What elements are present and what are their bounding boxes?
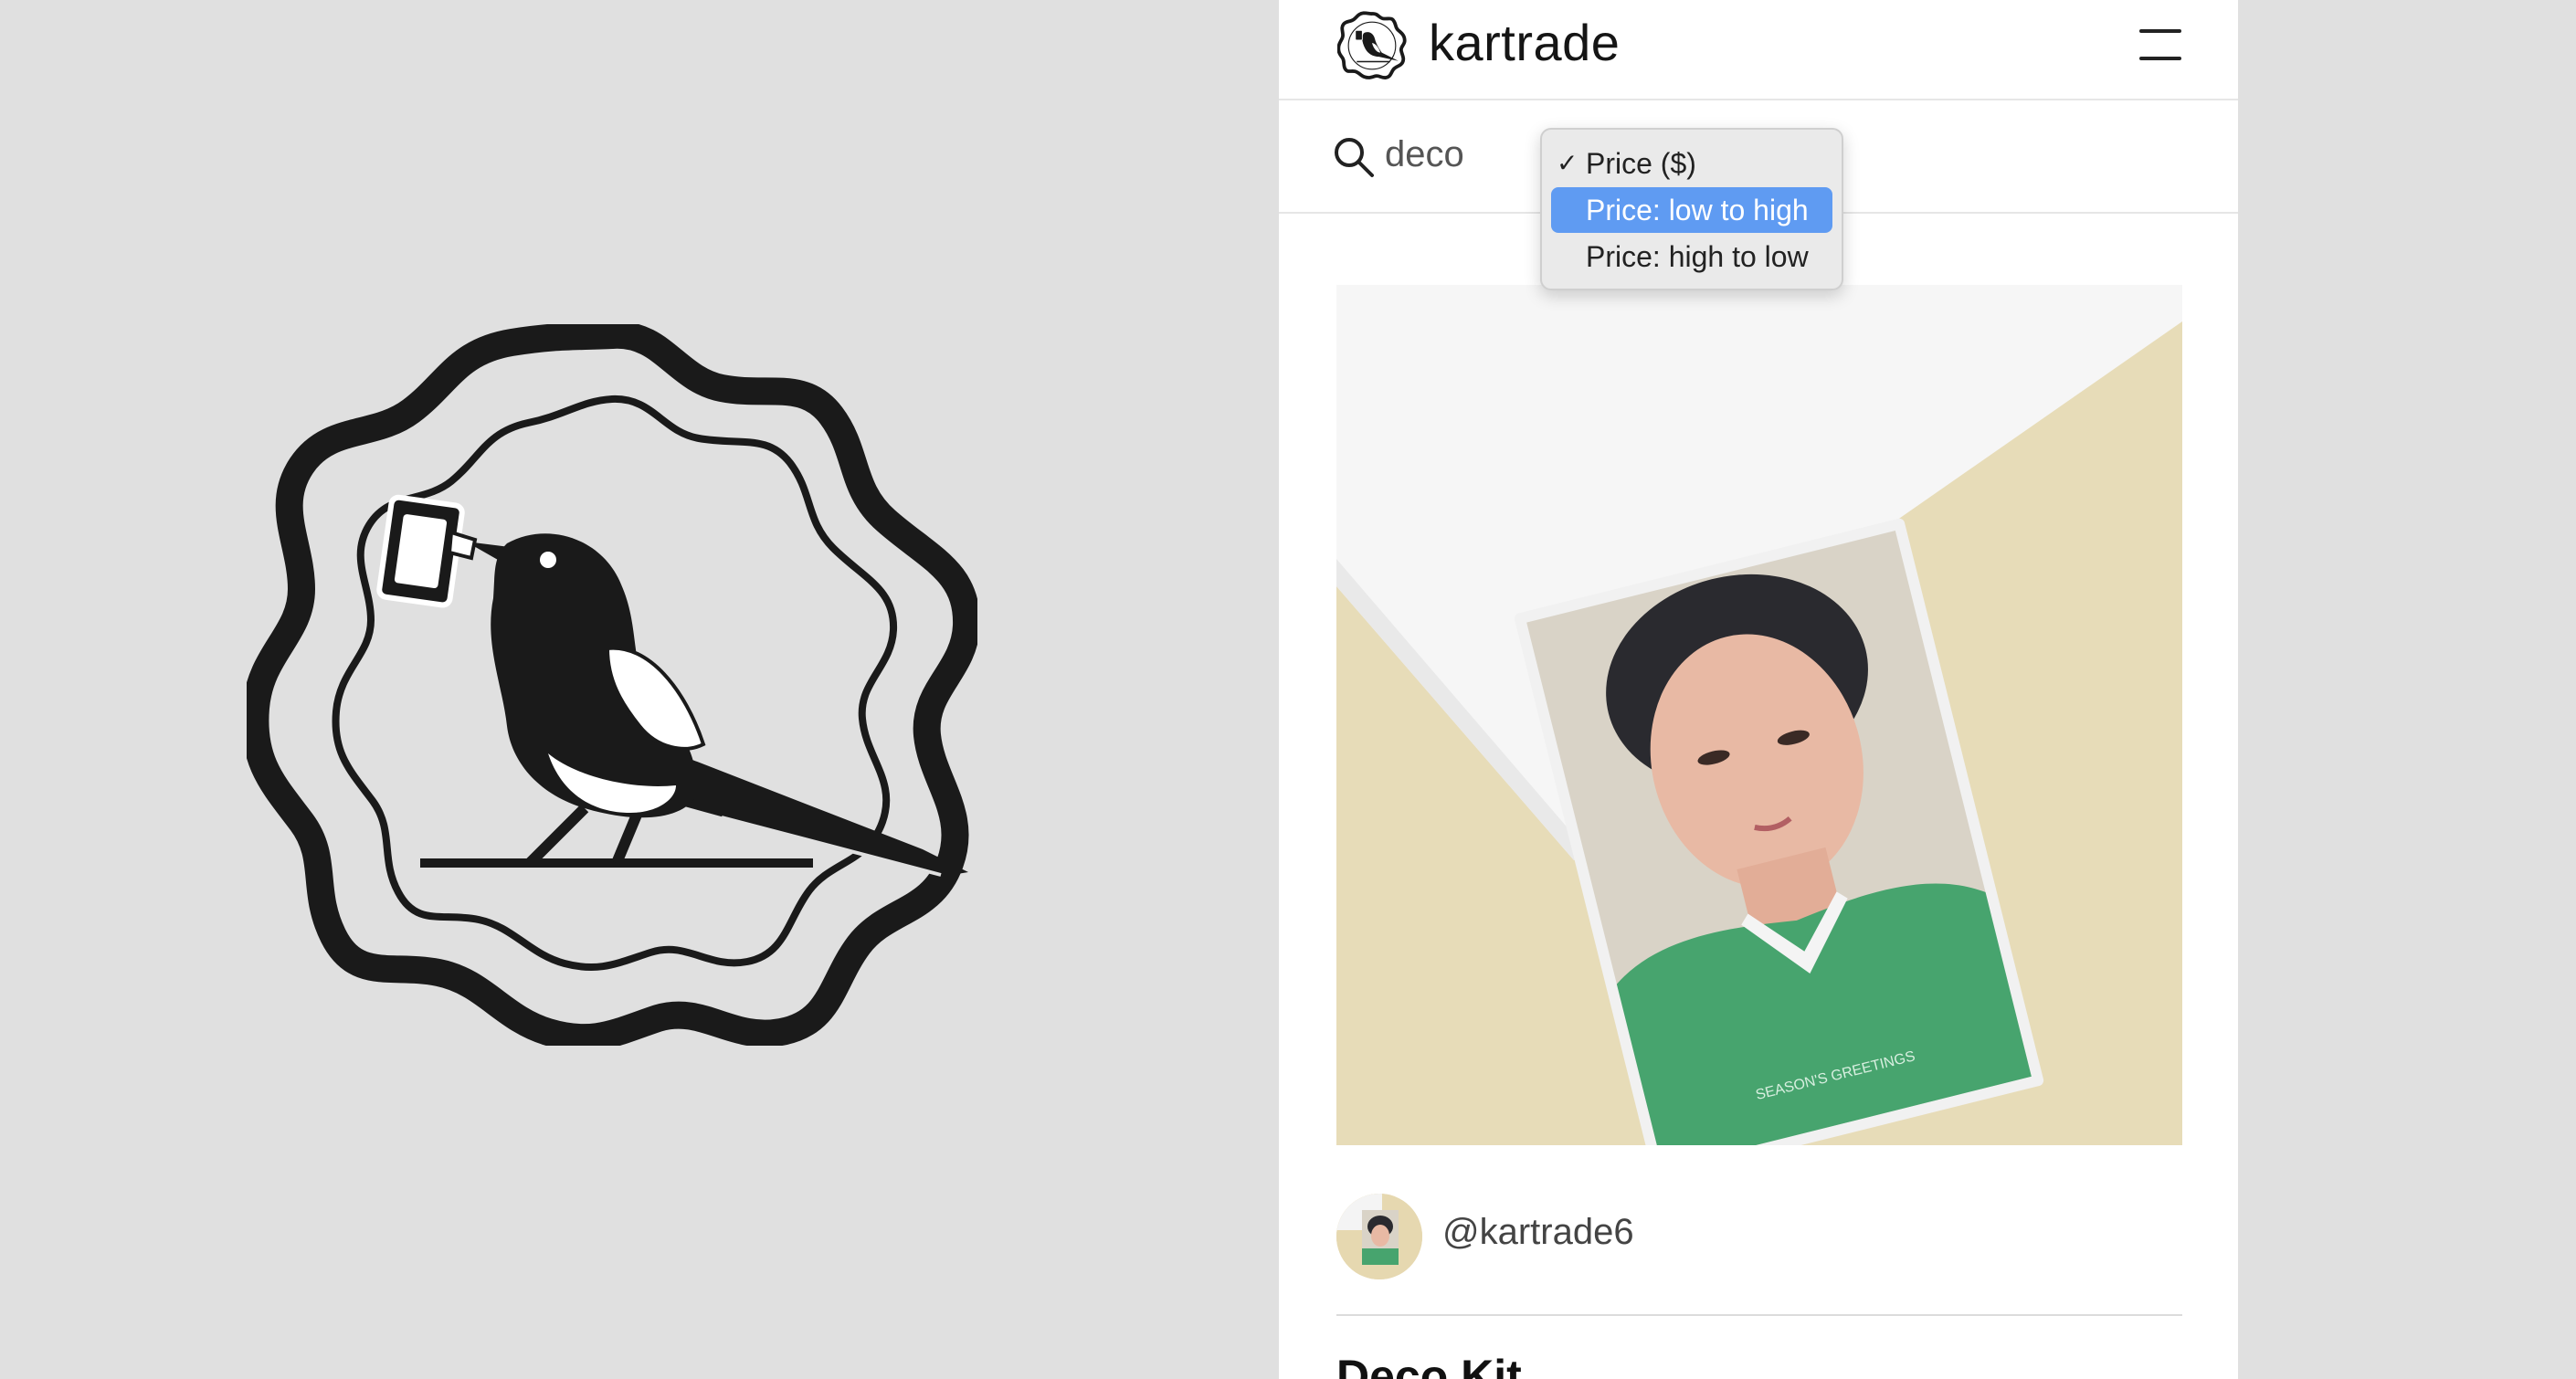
hamburger-menu-icon[interactable]	[2139, 27, 2183, 62]
sort-option-label: Price: high to low	[1586, 240, 1809, 273]
right-gutter	[2238, 0, 2576, 1379]
avatar[interactable]	[1336, 1194, 1422, 1279]
sort-option-label: Price ($)	[1586, 147, 1696, 180]
brand-name[interactable]: kartrade	[1429, 13, 1620, 72]
sort-option-label: Price: low to high	[1586, 194, 1809, 226]
magpie-seal-icon	[247, 324, 977, 1046]
seller-handle[interactable]: @kartrade6	[1442, 1212, 1634, 1253]
listing-title[interactable]: Deco Kit	[1336, 1350, 1522, 1379]
sort-option-low-to-high[interactable]: Price: low to high	[1551, 187, 1832, 233]
splash-panel	[0, 0, 1279, 1379]
search-icon[interactable]	[1332, 135, 1376, 179]
sort-option-high-to-low[interactable]: Price: high to low	[1551, 234, 1832, 279]
sort-option-price[interactable]: ✓ Price ($)	[1551, 141, 1832, 186]
sort-dropdown[interactable]: ✓ Price ($) Price: low to high Price: hi…	[1540, 128, 1843, 290]
screen: kartrade deco SEASON'S GREETINGS @kartra…	[0, 0, 2576, 1379]
magpie-seal-icon[interactable]	[1337, 11, 1407, 80]
checkmark-icon: ✓	[1557, 149, 1578, 177]
listing-photo: SEASON'S GREETINGS	[1336, 285, 2182, 1145]
divider	[1336, 1314, 2182, 1316]
seller-row[interactable]: @kartrade6	[1336, 1190, 2182, 1281]
listing-image[interactable]: SEASON'S GREETINGS	[1336, 285, 2182, 1145]
top-header: kartrade	[1279, 0, 2238, 100]
